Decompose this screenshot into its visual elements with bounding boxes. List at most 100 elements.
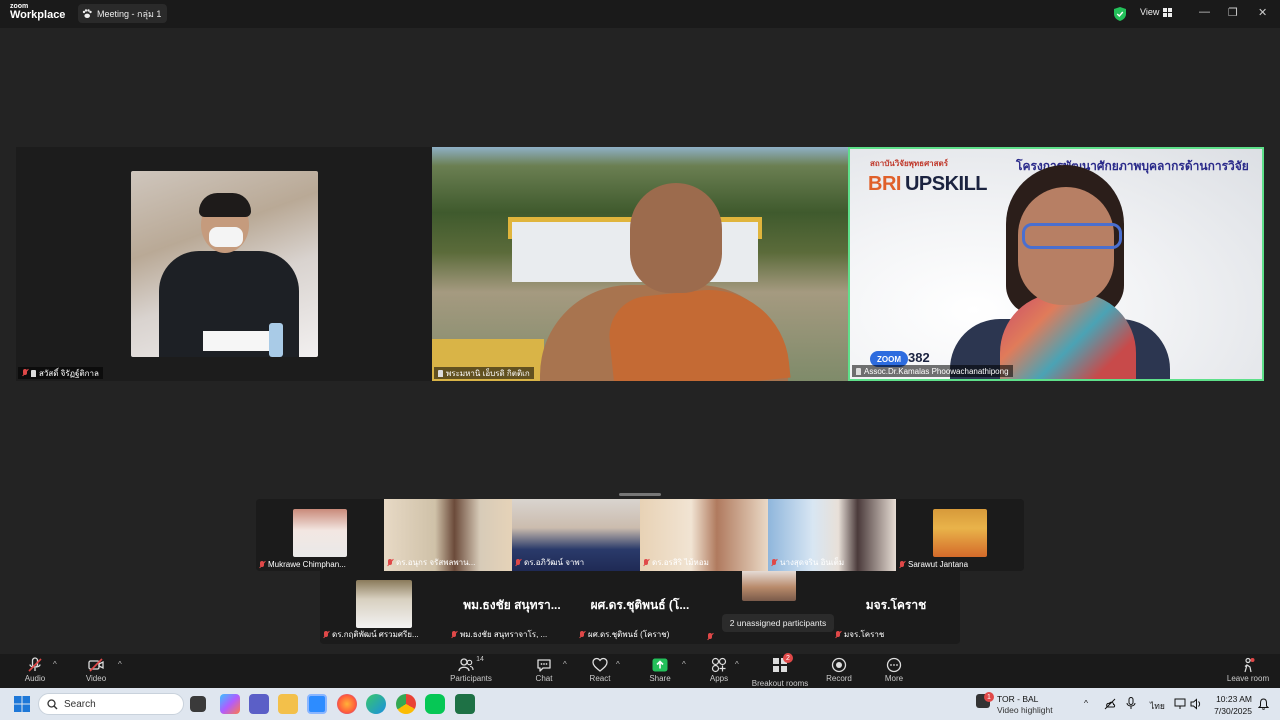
share-options-caret[interactable]: ^ [682, 660, 686, 669]
video-tile-3-active-speaker[interactable]: สถาบันวิจัยพุทธศาสตร์ BRI UPSKILL โครงการ… [848, 147, 1264, 381]
share-button[interactable]: Share [630, 656, 690, 686]
teams-icon[interactable] [249, 694, 269, 714]
thumbnail-tile[interactable]: ดร.กฤติพัฒน์ ศรวมศรีย... [320, 571, 448, 643]
cloud-offline-icon[interactable] [1104, 698, 1116, 710]
notification-title: TOR - BAL [997, 694, 1039, 704]
meeting-tab[interactable]: Meeting - กลุ่ม 1 [78, 4, 168, 23]
copilot-icon[interactable] [220, 694, 240, 714]
thumbnail-tile[interactable]: Mukrawe Chimphan... [256, 499, 384, 571]
thumbnail-tile[interactable]: นางสุดจริน อินเต็ม [768, 499, 896, 571]
leave-room-icon [1244, 657, 1255, 673]
search-placeholder: Search [64, 698, 96, 710]
chat-options-caret[interactable]: ^ [563, 660, 567, 669]
pin-icon [438, 369, 443, 377]
speaker-icon[interactable] [1190, 698, 1202, 710]
video-off-icon [88, 658, 104, 672]
chat-icon [537, 659, 551, 672]
record-button[interactable]: Record [809, 656, 869, 686]
windows-start-icon[interactable] [12, 694, 32, 714]
mic-muted-icon [451, 630, 457, 639]
video-tile-1[interactable]: สวัสดิ์ จิรัฏฐ์ติกาล [16, 147, 432, 381]
excel-icon[interactable] [455, 694, 475, 714]
resize-handle[interactable] [619, 493, 661, 496]
video-button[interactable]: Video [66, 656, 126, 686]
breakout-rooms-button[interactable]: 2 Breakout rooms [750, 653, 810, 688]
participants-icon [458, 658, 474, 672]
zoom-icon[interactable] [307, 694, 327, 714]
task-view-icon[interactable] [190, 696, 206, 712]
audio-options-caret[interactable]: ^ [53, 660, 57, 669]
thumbnail-tile[interactable]: ผศ.ดร.ชุติพนธ์ (โ... ผศ.ดร.ชุติพนธ์ (โคร… [576, 571, 704, 643]
edge-icon[interactable] [366, 694, 386, 714]
participant-name-tag: พระมหานิ เอ็บรดิ กิตติเก [434, 367, 534, 379]
thumbnail-tile[interactable]: มจร.โคราช มจร.โคราช [832, 571, 960, 643]
thumbnail-strip-row-2: ดร.กฤติพัฒน์ ศรวมศรีย... พม.ธงชัย สนุทรา… [320, 571, 960, 644]
slide-org-name: สถาบันวิจัยพุทธศาสตร์ [870, 159, 949, 168]
video-tile-2[interactable]: พระมหานิ เอ็บรดิ กิตติเก [432, 147, 848, 381]
zoom-workplace-logo: zoom Workplace [10, 3, 66, 21]
thumbnail-tile[interactable]: ดร.อภิวัฒน์ จาพา [512, 499, 640, 571]
grid-icon [1163, 7, 1173, 17]
chrome-icon[interactable] [396, 694, 416, 714]
zoom-room-number: 382 [908, 350, 930, 365]
apps-button[interactable]: Apps [689, 656, 749, 686]
pin-icon [31, 369, 36, 377]
video-options-caret[interactable]: ^ [118, 660, 122, 669]
view-label: View [1140, 7, 1160, 17]
restore-icon[interactable]: ❐ [1228, 6, 1238, 19]
participants-button[interactable]: 14 Participants [441, 656, 501, 686]
firefox-icon[interactable] [337, 694, 357, 714]
thumbnail-tile[interactable]: ดร.อนุกร จรัสพลพาน... [384, 499, 512, 571]
mic-muted-icon [22, 369, 28, 377]
mic-muted-icon [579, 630, 585, 639]
notification-badge: 1 [984, 692, 994, 702]
mic-muted-icon [835, 630, 841, 639]
close-icon[interactable]: ✕ [1258, 6, 1267, 19]
share-screen-icon [652, 658, 668, 672]
thumbnail-tile[interactable]: พม.ธงชัย สนุทรา... พม.ธงชัย สนุทราจาโร, … [448, 571, 576, 643]
mic-muted-icon [515, 558, 521, 567]
file-explorer-icon[interactable] [278, 694, 298, 714]
thumbnail-tile[interactable]: ดร.อรสิริ ไม้หอม [640, 499, 768, 571]
mic-muted-icon [707, 633, 713, 641]
unassigned-participants-tooltip: 2 unassigned participants [722, 614, 834, 632]
participant-video [131, 171, 318, 357]
participant-video [630, 183, 722, 293]
system-clock[interactable]: 10:23 AM 7/30/2025 [1208, 693, 1252, 717]
title-bar: zoom Workplace Meeting - กลุ่ม 1 View — … [0, 0, 1280, 28]
taskbar-search[interactable]: Search [38, 693, 184, 715]
view-button[interactable]: View [1140, 7, 1173, 17]
notification-bell-icon[interactable] [1258, 698, 1269, 710]
network-icon[interactable] [1174, 698, 1188, 710]
mic-muted-icon [771, 558, 777, 567]
shield-check-icon[interactable] [1114, 7, 1126, 21]
apps-options-caret[interactable]: ^ [735, 660, 739, 669]
mic-muted-icon [323, 630, 329, 639]
tray-chevron-icon[interactable]: ^ [1084, 698, 1088, 708]
notification-subtitle: Video highlight [997, 705, 1053, 715]
breakout-badge: 2 [783, 653, 793, 663]
thumbnail-tile[interactable] [704, 571, 832, 643]
thumbnail-strip-row-1: Mukrawe Chimphan... ดร.อนุกร จรัสพลพาน..… [256, 499, 1024, 571]
record-icon [831, 657, 847, 673]
apps-icon [711, 657, 727, 673]
react-button[interactable]: React [570, 656, 630, 686]
meeting-tab-label: Meeting - กลุ่ม 1 [97, 8, 162, 19]
clock-date: 7/30/2025 [1214, 706, 1252, 716]
participant-name-tag: สวัสดิ์ จิรัฏฐ์ติกาล [18, 367, 103, 379]
react-options-caret[interactable]: ^ [616, 660, 620, 669]
mic-muted-icon [387, 558, 393, 567]
mic-muted-icon [643, 558, 649, 567]
heart-icon [592, 657, 608, 672]
more-button[interactable]: More [864, 656, 924, 686]
line-icon[interactable] [425, 694, 445, 714]
participant-name-tag: Assoc.Dr.Kamalas Phoowachanathipong [852, 365, 1013, 377]
leave-room-button[interactable]: Leave room [1218, 656, 1278, 686]
mic-muted-icon [899, 560, 905, 569]
minimize-icon[interactable]: — [1199, 6, 1210, 18]
thumbnail-tile[interactable]: Sarawut Jantana [896, 499, 1024, 571]
microphone-icon[interactable] [1126, 697, 1136, 710]
more-icon [886, 657, 902, 673]
input-language[interactable]: ไทย [1150, 699, 1165, 713]
meeting-toolbar: Audio ^ Video ^ 14 Participants Chat ^ R… [0, 653, 1280, 688]
